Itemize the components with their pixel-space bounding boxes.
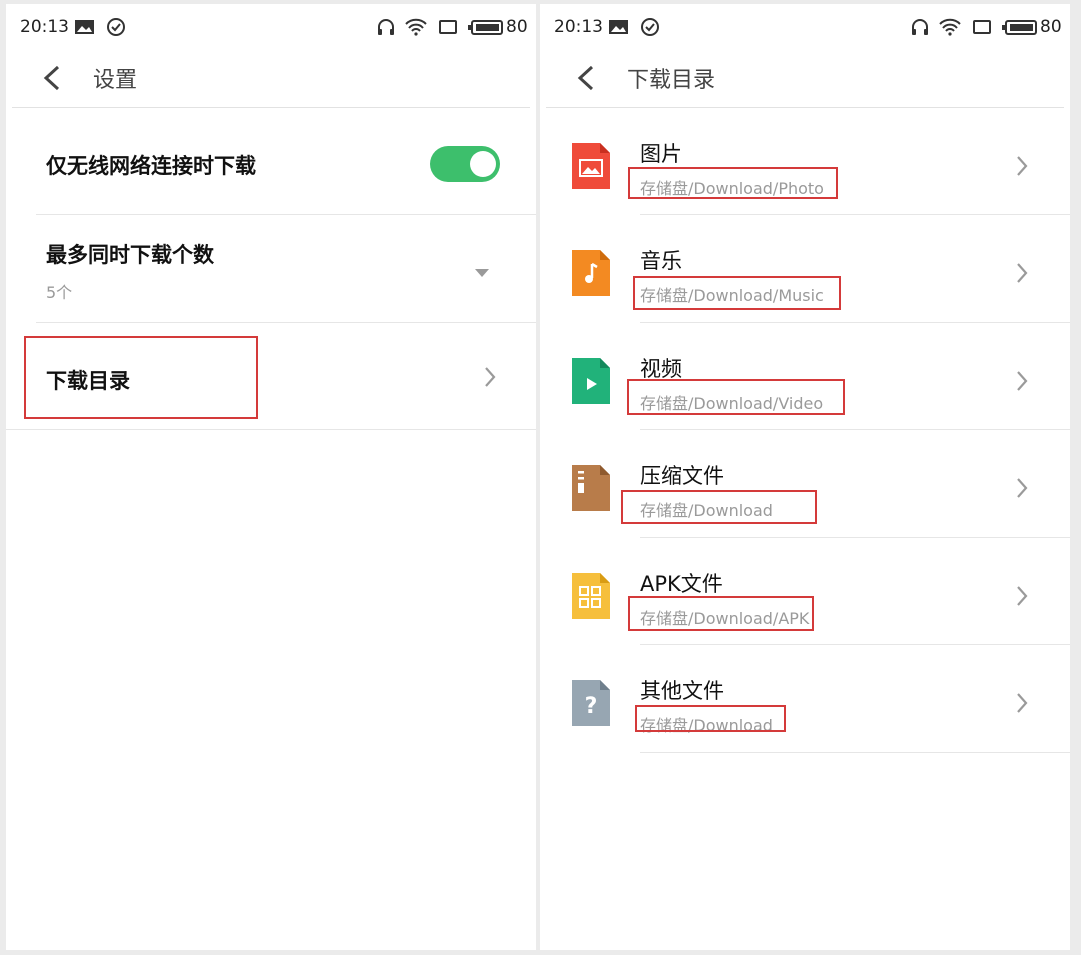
battery-icon [1002, 20, 1037, 35]
download-dir-row[interactable]: 下载目录 [6, 323, 536, 430]
title-bar: 下载目录 [546, 50, 1064, 108]
headphones-icon [912, 19, 928, 35]
max-downloads-row[interactable]: 最多同时下载个数 5个 [6, 215, 536, 323]
status-time: 20:13 [554, 17, 603, 37]
chevron-right-icon [1017, 263, 1028, 283]
toggle-knob [470, 151, 496, 177]
divider [6, 429, 536, 430]
battery-level: 80 [1040, 17, 1062, 37]
folder-item-video[interactable]: 视频 存储盘/Download/Video [540, 323, 1070, 430]
check-circle-icon [641, 18, 659, 36]
archive-file-icon [572, 465, 610, 511]
folder-label: 其他文件 [640, 679, 724, 703]
folder-path: 存储盘/Download [640, 716, 773, 735]
title-bar: 设置 [12, 50, 530, 108]
page-title: 设置 [93, 68, 138, 93]
page-title: 下载目录 [627, 68, 716, 93]
wifi-only-label: 仅无线网络连接时下载 [46, 154, 256, 178]
status-bar: 20:13 80 [6, 4, 536, 50]
gallery-notification-icon [609, 20, 628, 34]
chevron-right-icon [1017, 586, 1028, 606]
folder-item-other[interactable]: ? 其他文件 存储盘/Download [540, 645, 1070, 753]
check-circle-icon [107, 18, 125, 36]
battery-icon [468, 20, 503, 35]
folder-item-archive[interactable]: 压缩文件 存储盘/Download [540, 430, 1070, 538]
folder-label: 视频 [640, 357, 682, 381]
headphones-icon [378, 19, 394, 35]
gallery-notification-icon [75, 20, 94, 34]
chevron-right-icon [1017, 478, 1028, 498]
wifi-only-toggle[interactable] [430, 146, 500, 182]
status-time: 20:13 [20, 17, 69, 37]
dropdown-arrow-icon[interactable] [475, 269, 489, 277]
folder-label: 音乐 [640, 249, 682, 273]
back-arrow-icon[interactable] [40, 64, 64, 92]
divider [640, 752, 1070, 753]
folder-item-photo[interactable]: 图片 存储盘/Download/Photo [540, 108, 1070, 215]
folder-path: 存储盘/Download/APK [640, 609, 810, 628]
chevron-right-icon [485, 367, 496, 387]
apk-file-icon [572, 573, 610, 619]
folder-label: 压缩文件 [640, 464, 724, 488]
chevron-right-icon [1017, 693, 1028, 713]
wifi-only-row[interactable]: 仅无线网络连接时下载 [6, 108, 536, 215]
wifi-icon [405, 18, 427, 36]
folder-path: 存储盘/Download/Music [640, 286, 824, 305]
battery-level: 80 [506, 17, 528, 37]
folder-path: 存储盘/Download [640, 501, 773, 520]
wifi-icon [939, 18, 961, 36]
status-bar: 20:13 80 [540, 4, 1070, 50]
folder-item-apk[interactable]: APK文件 存储盘/Download/APK [540, 538, 1070, 645]
download-directory-screen: 20:13 80 下载目录 图片 存储盘/Download/Photo 音乐 存… [540, 4, 1070, 950]
folder-label: 图片 [640, 142, 682, 166]
screen-icon [439, 20, 457, 34]
folder-path: 存储盘/Download/Video [640, 394, 824, 413]
chevron-right-icon [1017, 156, 1028, 176]
folder-item-music[interactable]: 音乐 存储盘/Download/Music [540, 215, 1070, 323]
chevron-right-icon [1017, 371, 1028, 391]
screen-icon [973, 20, 991, 34]
max-downloads-label: 最多同时下载个数 [46, 243, 214, 267]
svg-text:?: ? [585, 694, 598, 719]
download-dir-label: 下载目录 [46, 369, 130, 393]
back-arrow-icon[interactable] [574, 64, 598, 92]
folder-label: APK文件 [640, 572, 723, 596]
settings-screen: 20:13 80 设置 仅无线网络连接时下载 最多同时下载个数 5个 下载目录 [6, 4, 536, 950]
music-file-icon [572, 250, 610, 296]
max-downloads-value: 5个 [46, 283, 73, 302]
folder-path: 存储盘/Download/Photo [640, 179, 824, 198]
video-file-icon [572, 358, 610, 404]
image-file-icon [572, 143, 610, 189]
unknown-file-icon: ? [572, 680, 610, 726]
